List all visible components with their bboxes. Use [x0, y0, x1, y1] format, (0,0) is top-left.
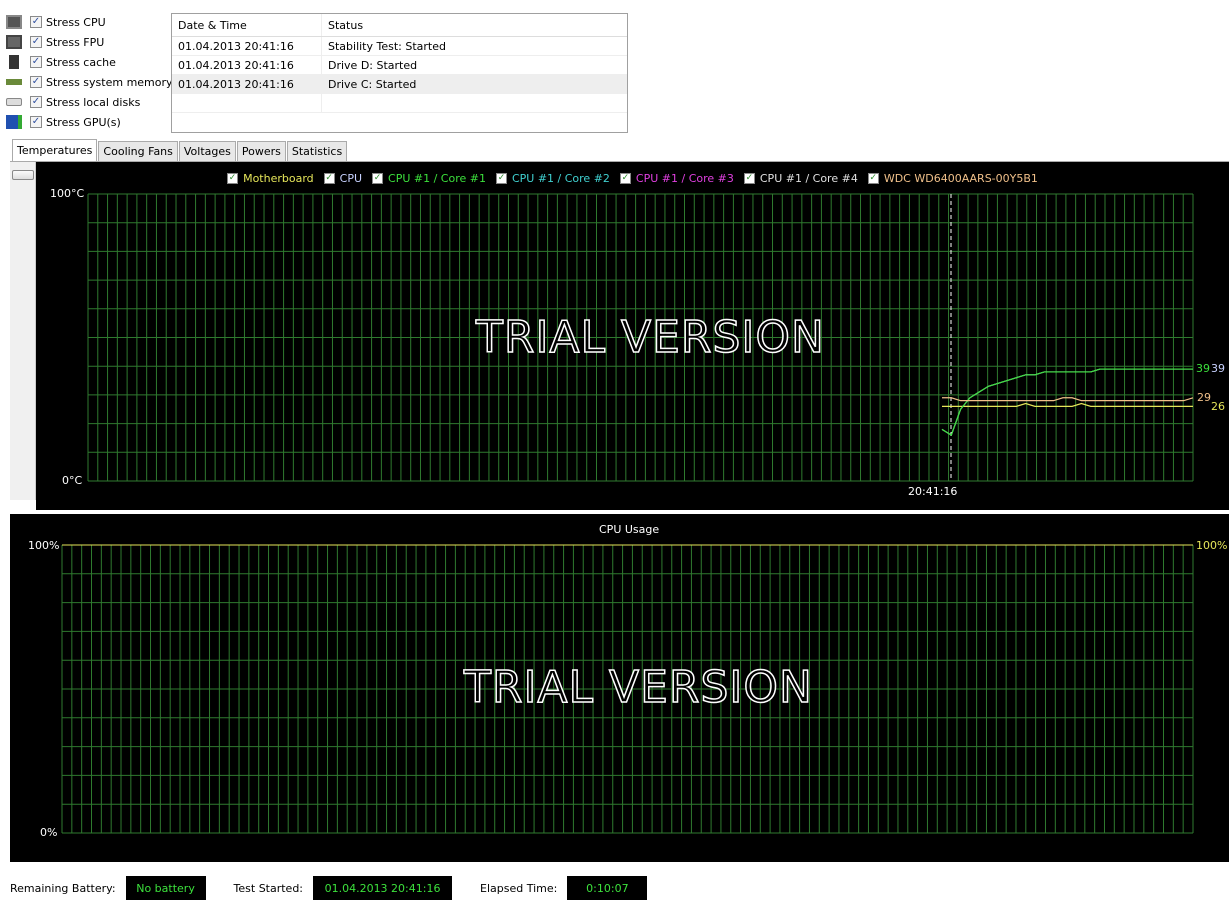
stress-fpu-option[interactable]: ✓ Stress FPU [6, 32, 173, 52]
tab-voltages[interactable]: Voltages [178, 141, 236, 161]
stress-memory-label: Stress system memory [46, 75, 173, 89]
battery-label: Remaining Battery: [10, 881, 116, 895]
elapsed-time-label: Elapsed Time: [480, 881, 558, 895]
tab-bar: Temperatures Cooling Fans Voltages Power… [12, 139, 348, 161]
chart-scroll-slider[interactable] [10, 162, 36, 500]
tab-temperatures[interactable]: Temperatures [12, 139, 98, 161]
temperature-chart: ✓ Motherboard ✓ CPU ✓ CPU #1 / Core #1 ✓ CPU #1… [36, 162, 1229, 510]
stress-memory-option[interactable]: ✓ Stress system memory [6, 72, 173, 92]
column-header-datetime[interactable]: Date & Time [172, 14, 322, 36]
end-label-wdc: 29 [1197, 391, 1211, 404]
battery-value: No battery [125, 876, 206, 900]
stress-gpu-checkbox[interactable]: ✓ [30, 116, 42, 128]
cache-icon [9, 55, 19, 69]
trial-watermark: TRIAL VERSION [475, 311, 825, 364]
event-log-table[interactable]: Date & Time Status 01.04.2013 20:41:16 Sta… [171, 13, 628, 133]
end-label-motherboard: 26 [1211, 400, 1225, 413]
table-row[interactable]: 01.04.2013 20:41:16 Drive C: Started [172, 75, 627, 94]
stress-fpu-label: Stress FPU [46, 35, 105, 49]
tab-cooling-fans[interactable]: Cooling Fans [98, 141, 178, 161]
series-line [941, 368, 1193, 436]
stress-cache-checkbox[interactable]: ✓ [30, 56, 42, 68]
table-row[interactable]: 01.04.2013 20:41:16 Drive D: Started [172, 56, 627, 75]
end-label-core1: 39 [1196, 362, 1210, 375]
slider-thumb[interactable] [12, 170, 34, 180]
row-status: Drive C: Started [328, 77, 417, 91]
status-bar: Remaining Battery: No battery Test Start… [10, 876, 675, 900]
end-label-cpu: 39 [1211, 362, 1225, 375]
row-datetime: 01.04.2013 20:41:16 [172, 75, 322, 93]
fpu-icon [6, 35, 22, 49]
tab-powers[interactable]: Powers [236, 141, 286, 161]
table-row-empty [172, 94, 627, 113]
stress-disks-option[interactable]: ✓ Stress local disks [6, 92, 173, 112]
tab-statistics[interactable]: Statistics [286, 141, 348, 161]
cpu-usage-chart: CPU Usage 100% 0% 100% TRIAL VERSION [10, 514, 1229, 862]
stress-cpu-label: Stress CPU [46, 15, 106, 29]
column-header-status[interactable]: Status [322, 19, 627, 32]
stress-options: ✓ Stress CPU ✓ Stress FPU ✓ Stress cache ✓ S… [6, 12, 173, 132]
stress-gpu-option[interactable]: ✓ Stress GPU(s) [6, 112, 173, 132]
elapsed-time-value: 0:10:07 [567, 876, 648, 900]
stress-memory-checkbox[interactable]: ✓ [30, 76, 42, 88]
stress-cache-option[interactable]: ✓ Stress cache [6, 52, 173, 72]
row-status: Drive D: Started [328, 58, 418, 72]
stress-disks-label: Stress local disks [46, 95, 141, 109]
table-row[interactable]: 01.04.2013 20:41:16 Stability Test: Start… [172, 37, 627, 56]
memory-icon [6, 79, 22, 85]
cpu-icon [6, 15, 22, 29]
stress-cpu-option[interactable]: ✓ Stress CPU [6, 12, 173, 32]
series-line [942, 402, 1193, 407]
row-status: Stability Test: Started [328, 39, 446, 53]
stress-gpu-label: Stress GPU(s) [46, 115, 121, 129]
test-started-value: 01.04.2013 20:41:16 [313, 876, 453, 900]
test-started-label: Test Started: [233, 881, 304, 895]
stress-cpu-checkbox[interactable]: ✓ [30, 16, 42, 28]
series-line [942, 397, 1194, 402]
trial-watermark: TRIAL VERSION [463, 661, 813, 714]
row-datetime: 01.04.2013 20:41:16 [172, 37, 322, 55]
stress-fpu-checkbox[interactable]: ✓ [30, 36, 42, 48]
stress-cache-label: Stress cache [46, 55, 116, 69]
series-line [941, 368, 1193, 436]
row-datetime: 01.04.2013 20:41:16 [172, 56, 322, 74]
gpu-icon [6, 115, 22, 129]
stress-disks-checkbox[interactable]: ✓ [30, 96, 42, 108]
disk-icon [6, 98, 22, 106]
